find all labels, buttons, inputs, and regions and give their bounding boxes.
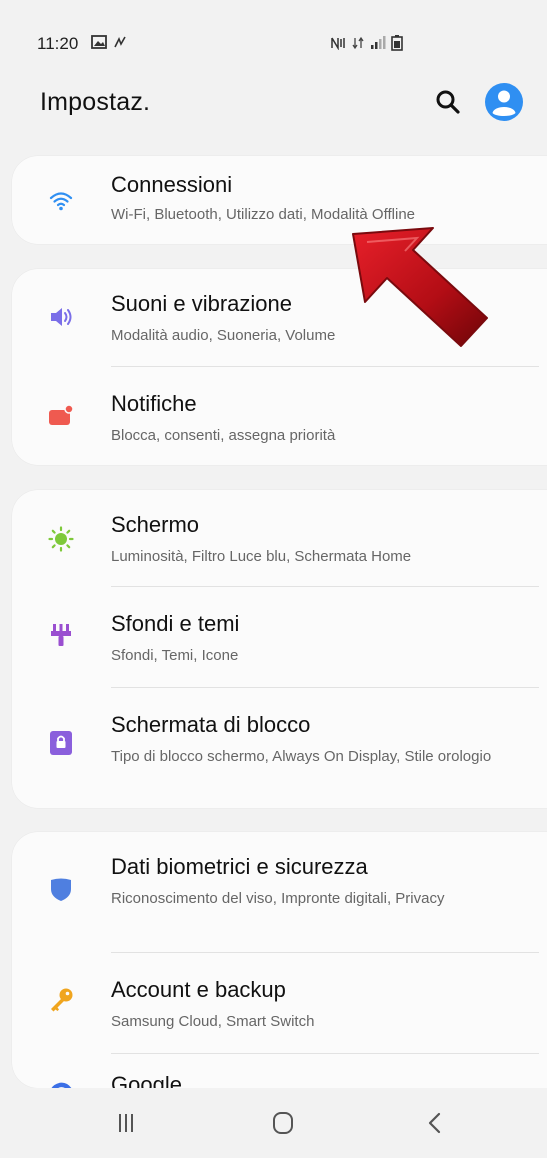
settings-item-subtitle: Riconoscimento del viso, Impronte digita… [111,890,445,907]
settings-item-title: Connessioni [111,172,233,197]
status-bar: 11:20 [0,0,547,80]
speaker-icon [51,308,72,326]
settings-item-subtitle: Samsung Cloud, Smart Switch [111,1013,315,1030]
settings-item-google[interactable]: Google [12,1054,547,1088]
page-title: Impostaz. [40,88,151,116]
lock-screen-icon [50,731,72,755]
wifi-icon [49,192,73,211]
settings-item-schermo[interactable]: Schermo Luminosità, Filtro Luce blu, Sch… [12,490,547,586]
settings-card-display: Schermo Luminosità, Filtro Luce blu, Sch… [12,490,547,808]
brush-icon [51,624,71,646]
signal-strength-icon [371,36,386,49]
settings-card-security: Dati biometrici e sicurezza Riconoscimen… [12,832,547,1088]
notification-icon [49,404,74,425]
profile-icon[interactable] [484,82,524,122]
navigation-bar [0,1088,547,1158]
settings-item-schermata-blocco[interactable]: Schermata di blocco Tipo di blocco scher… [12,688,547,808]
settings-item-subtitle: Sfondi, Temi, Icone [111,647,239,664]
brightness-icon [48,526,74,552]
settings-item-title: Schermo [111,512,200,537]
settings-item-sicurezza[interactable]: Dati biometrici e sicurezza Riconoscimen… [12,832,547,952]
settings-item-sfondi[interactable]: Sfondi e temi Sfondi, Temi, Icone [12,587,547,687]
settings-item-subtitle: Tipo di blocco schermo, Always On Displa… [111,748,492,765]
signal-activity-icon [114,36,126,48]
status-right-icons [330,35,403,51]
back-icon[interactable] [415,1106,455,1140]
settings-item-title: Dati biometrici e sicurezza [111,854,368,879]
settings-item-title: Google [111,1072,182,1088]
settings-item-title: Sfondi e temi [111,611,240,636]
key-icon [51,988,73,1012]
status-time: 11:20 [37,34,79,53]
settings-item-notifiche[interactable]: Notifiche Blocca, consenti, assegna prio… [12,367,547,465]
settings-item-title: Suoni e vibrazione [111,291,293,316]
search-icon[interactable] [434,88,462,116]
settings-item-subtitle: Luminosità, Filtro Luce blu, Schermata H… [111,548,412,565]
shield-icon [51,878,71,901]
red-arrow-annotation [352,227,488,347]
gallery-icon [91,35,107,49]
status-left-icons [91,35,127,49]
home-icon[interactable] [263,1106,303,1140]
nfc-icon [331,37,345,50]
recent-apps-icon[interactable] [106,1106,146,1140]
data-icon [352,36,364,50]
settings-item-title: Account e backup [111,977,286,1002]
settings-item-account[interactable]: Account e backup Samsung Cloud, Smart Sw… [12,953,547,1053]
settings-item-title: Schermata di blocco [111,712,311,737]
settings-item-title: Notifiche [111,391,197,416]
battery-icon [391,35,403,51]
settings-item-subtitle: Blocca, consenti, assegna priorità [111,427,336,444]
